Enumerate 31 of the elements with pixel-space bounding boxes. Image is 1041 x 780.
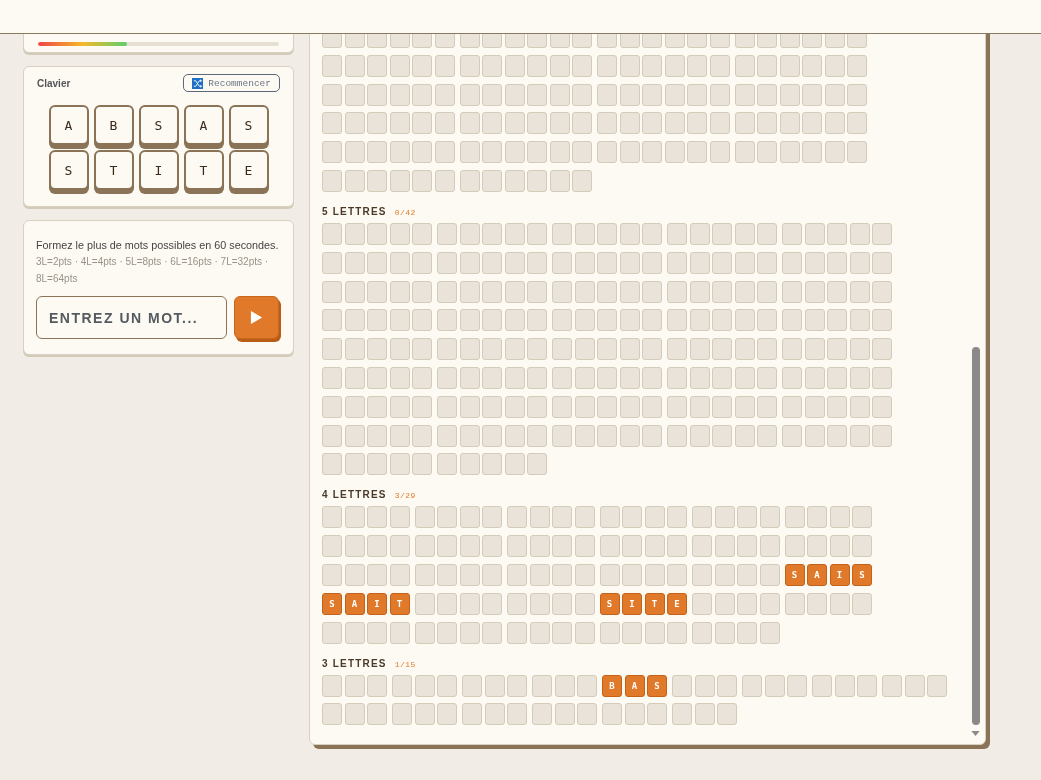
letter-tile: A (624, 674, 645, 697)
letter-tile: I (367, 592, 387, 615)
letter-tile: S (322, 592, 342, 615)
word-input-field[interactable]: ENTREZ UN MOT... (36, 296, 227, 339)
section-title: 5 LETTRES (322, 206, 387, 217)
scroll-down-icon[interactable] (971, 731, 980, 736)
found-count: 0/42 (394, 208, 416, 217)
letter-tile: E (667, 592, 687, 615)
letter-tile: A (344, 592, 365, 615)
section-title: 4 LETTRES (322, 489, 387, 501)
letter-tile: I (829, 563, 850, 586)
letter-tile: S (852, 563, 872, 586)
letter-tile: B (602, 674, 622, 697)
instructions-text: Formez le plus de mots possibles en 60 secondes. (36, 238, 280, 252)
found-count: 3/29 (394, 491, 416, 501)
letter-tile: T (389, 592, 410, 615)
shuffle-icon (192, 77, 204, 89)
scoring-text: 3L=2pts · 4L=4pts · 5L=8pts · 6L=16pts · 7L=32pts · 8L=64pts (36, 255, 270, 286)
scroll-thumb[interactable] (972, 347, 980, 725)
keyboard-title: Clavier (37, 77, 71, 89)
letter-tile: T (644, 592, 665, 615)
letter-tile: A (807, 563, 827, 586)
letter-tile: S (784, 563, 805, 586)
play-icon (250, 310, 263, 325)
restart-button[interactable]: Recommencer (183, 74, 280, 92)
found-count: 1/15 (394, 659, 416, 669)
play-button[interactable] (234, 296, 279, 339)
letter-tile: S (599, 592, 620, 615)
letter-tile: I (622, 592, 642, 615)
letter-tile: S (647, 674, 667, 697)
section-title: 3 LETTRES (322, 657, 387, 669)
